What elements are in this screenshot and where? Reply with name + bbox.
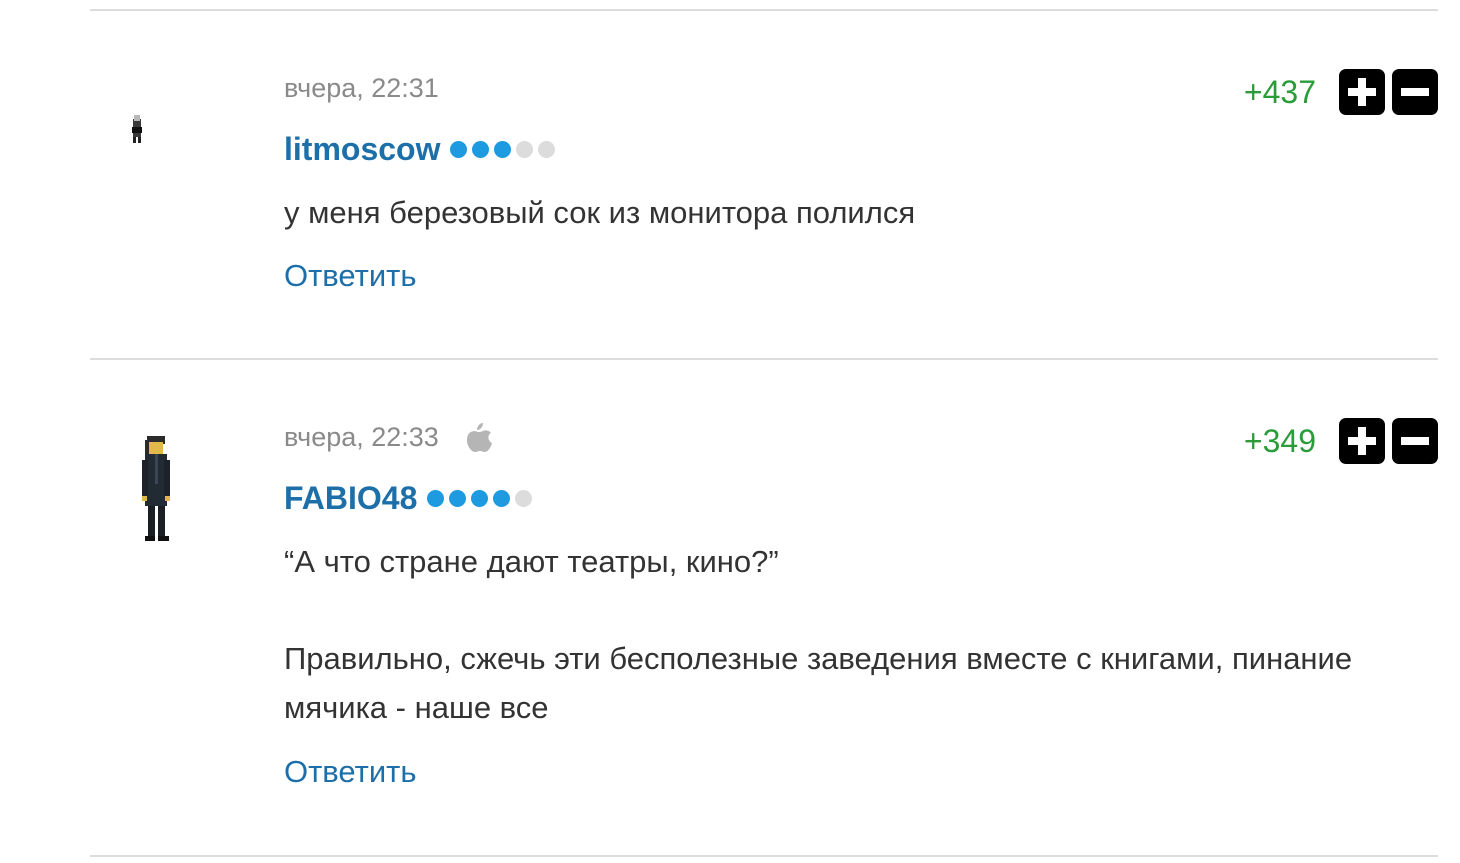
author-link[interactable]: litmoscow bbox=[284, 131, 440, 168]
author-row: litmoscow bbox=[284, 129, 556, 169]
comment-paragraph: у меня березовый сок из монитора полился bbox=[284, 195, 916, 230]
author-row: FABIO48 bbox=[284, 478, 533, 518]
comment-date: вчера, 22:33 bbox=[284, 421, 439, 452]
downvote-button[interactable] bbox=[1392, 418, 1438, 464]
rating-dot-filled bbox=[449, 489, 467, 507]
rating-dot-filled bbox=[472, 140, 490, 158]
comment-meta: вчера, 22:31 bbox=[284, 71, 439, 105]
rating-dot-filled bbox=[494, 140, 512, 158]
user-figure-icon bbox=[142, 436, 170, 541]
vote-controls: +349 bbox=[1244, 418, 1438, 464]
user-rating-dots bbox=[450, 140, 556, 158]
comment-paragraph: “А что стране дают театры, кино?” bbox=[284, 544, 779, 579]
rating-dot-empty bbox=[538, 140, 556, 158]
upvote-button[interactable] bbox=[1339, 418, 1385, 464]
downvote-button[interactable] bbox=[1392, 69, 1438, 115]
comment-score: +349 bbox=[1243, 422, 1316, 459]
divider bbox=[90, 855, 1438, 857]
reply-link[interactable]: Ответить bbox=[284, 754, 417, 790]
rating-dot-filled bbox=[427, 489, 445, 507]
comment-date: вчера, 22:31 bbox=[284, 72, 439, 103]
comment-feed: вчера, 22:31 litmoscow +437 у меня берез… bbox=[0, 0, 1460, 863]
user-rating-dots bbox=[427, 489, 533, 507]
comment-score: +437 bbox=[1243, 73, 1316, 110]
avatar[interactable] bbox=[115, 107, 185, 247]
comment: вчера, 22:31 litmoscow +437 у меня берез… bbox=[0, 11, 1460, 358]
minus-icon bbox=[1401, 88, 1429, 96]
rating-dot-empty bbox=[516, 140, 534, 158]
comment-text: “А что стране дают театры, кино?” Правил… bbox=[284, 537, 1444, 732]
comment-meta: вчера, 22:33 bbox=[284, 420, 493, 454]
reply-link[interactable]: Ответить bbox=[284, 258, 417, 294]
upvote-button[interactable] bbox=[1339, 69, 1385, 115]
avatar[interactable] bbox=[115, 426, 185, 566]
user-figure-icon bbox=[132, 115, 142, 143]
rating-dot-empty bbox=[515, 489, 533, 507]
rating-dot-filled bbox=[493, 489, 511, 507]
apple-icon bbox=[463, 421, 493, 453]
comment: вчера, 22:33 FABIO48 +349 “А что стране … bbox=[0, 360, 1460, 855]
comment-text: у меня березовый сок из монитора полился bbox=[284, 188, 1444, 237]
comment-paragraph: Правильно, сжечь эти бесполезные заведен… bbox=[284, 641, 1353, 725]
minus-icon bbox=[1401, 437, 1429, 445]
author-link[interactable]: FABIO48 bbox=[284, 480, 417, 517]
rating-dot-filled bbox=[450, 140, 468, 158]
rating-dot-filled bbox=[471, 489, 489, 507]
vote-controls: +437 bbox=[1244, 69, 1438, 115]
